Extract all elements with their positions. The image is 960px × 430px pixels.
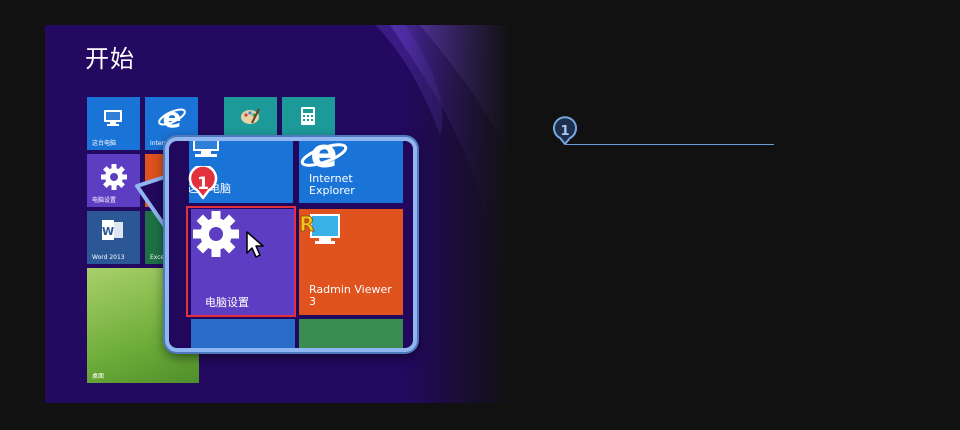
tile-label: 桌面 <box>92 373 105 380</box>
callout-tile-radmin-viewer[interactable]: R Radmin Viewer 3 <box>299 209 403 315</box>
tile-label-line2: 3 <box>309 295 316 308</box>
radmin-icon: R <box>299 212 340 244</box>
callout-tile-pc-settings[interactable]: 电脑设置 <box>191 209 295 315</box>
tile-paint[interactable] <box>224 97 277 137</box>
callout-tile-partial-blue[interactable] <box>191 319 295 348</box>
tile-label: 这台电脑 <box>92 140 117 147</box>
cursor-icon <box>246 231 264 258</box>
tile-calculator[interactable] <box>282 97 335 137</box>
computer-icon <box>104 110 122 126</box>
tile-label: Word 2013 <box>92 254 125 261</box>
annotation-line <box>566 144 774 145</box>
svg-text:R: R <box>299 212 314 236</box>
gear-icon <box>193 211 239 257</box>
word-icon: W <box>102 220 123 240</box>
tile-label: 电脑设置 <box>92 197 117 204</box>
calculator-icon <box>301 107 315 125</box>
tile-word[interactable]: W Word 2013 <box>87 211 140 264</box>
start-title: 开始 <box>85 45 135 73</box>
step-marker-number: 1 <box>197 174 209 194</box>
callout-tile-partial-green[interactable] <box>299 319 403 348</box>
callout-tile-internet-explorer[interactable]: e Internet Explorer <box>299 141 403 203</box>
svg-text:W: W <box>102 225 114 238</box>
step-marker-red: 1 <box>188 166 218 200</box>
tile-this-pc[interactable]: 这台电脑 <box>87 97 140 150</box>
computer-icon <box>193 141 219 157</box>
annotation-step-number: 1 <box>560 124 569 139</box>
edge-fade <box>405 25 515 403</box>
tile-label: Excel <box>150 254 166 261</box>
tile-label-line1: Radmin Viewer <box>309 283 392 296</box>
paint-icon <box>241 108 260 124</box>
tile-label: 电脑设置 <box>205 296 249 309</box>
gear-icon <box>101 164 127 190</box>
tile-label-line2: Explorer <box>309 184 355 197</box>
ie-icon: e <box>158 103 186 131</box>
step-marker-blue: 1 <box>553 116 577 145</box>
svg-text:e: e <box>163 103 182 131</box>
ie-icon: e <box>300 141 348 177</box>
tile-pc-settings-small[interactable]: 电脑设置 <box>87 154 140 207</box>
